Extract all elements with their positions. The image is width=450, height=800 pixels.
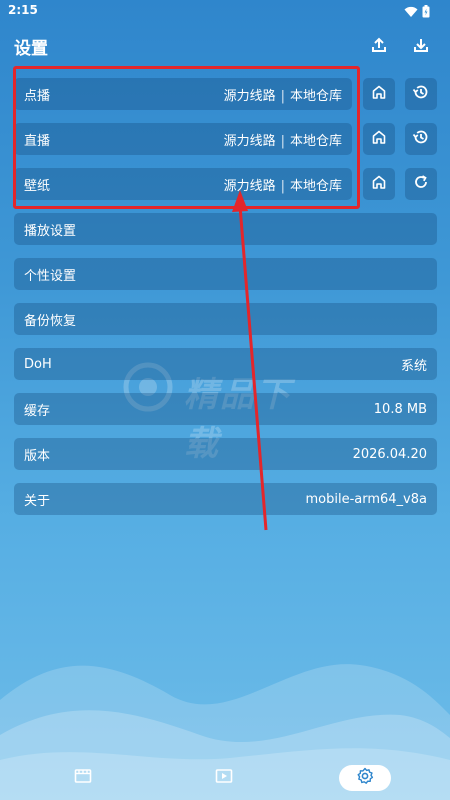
nav-settings-tab[interactable] bbox=[339, 765, 391, 791]
nav-film-tab[interactable] bbox=[57, 765, 109, 791]
nav-play-tab[interactable] bbox=[198, 765, 250, 791]
gear-icon bbox=[356, 767, 374, 789]
play-icon bbox=[215, 768, 233, 788]
bottom-nav bbox=[0, 755, 450, 800]
film-icon bbox=[74, 768, 92, 788]
